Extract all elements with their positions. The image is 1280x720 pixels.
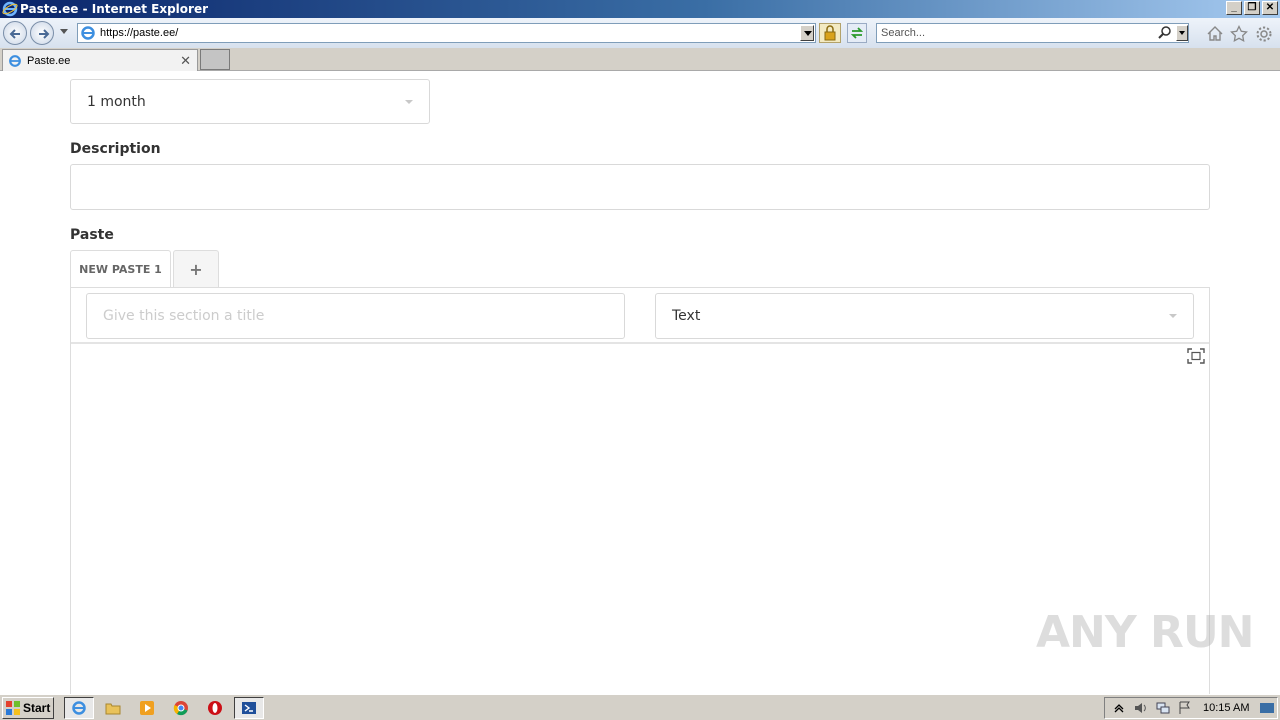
back-arrow-icon [9,29,20,39]
tab-paste-ee[interactable]: Paste.ee ✕ [2,49,198,71]
tab-site-icon [9,54,21,67]
show-hidden-icons-icon[interactable] [1111,700,1127,716]
paste-label: Paste [70,227,114,243]
window-titlebar: Paste.ee - Internet Explorer _ ❐ ✕ [0,0,1280,18]
address-dropdown[interactable] [800,25,814,41]
expiration-select[interactable]: 1 month [70,79,430,124]
home-icon[interactable] [1206,25,1224,43]
window-title: Paste.ee - Internet Explorer [20,2,209,16]
lock-icon[interactable] [819,23,841,43]
expiration-value: 1 month [87,93,146,110]
address-bar[interactable]: https://paste.ee/ [77,23,816,43]
description-input[interactable] [70,164,1210,210]
clock[interactable]: 10:15 AM [1203,702,1249,714]
taskbar-internet-explorer[interactable] [64,697,94,719]
action-center-flag-icon[interactable] [1177,700,1193,716]
close-window-button[interactable]: ✕ [1262,1,1278,15]
taskbar-media-player[interactable] [132,697,162,719]
add-paste-tab-button[interactable]: + [173,250,219,288]
internet-explorer-icon [72,701,86,715]
volume-icon[interactable] [1133,700,1149,716]
windows-logo-icon [6,701,20,715]
chevron-down-icon [1169,314,1177,318]
syntax-value: Text [672,308,701,324]
tab-new-paste-1[interactable]: NEW PASTE 1 [70,250,171,288]
search-box[interactable]: Search... [876,23,1189,43]
anyrun-watermark: ANY RUN [1036,607,1254,658]
chrome-icon [173,701,188,716]
forward-button[interactable] [30,21,54,45]
search-placeholder: Search... [881,27,926,39]
new-tab-button[interactable] [200,49,230,70]
restore-button[interactable]: ❐ [1244,1,1260,15]
chevron-down-icon [405,99,413,104]
navigation-bar: https://paste.ee/ Search... [0,18,1280,48]
media-player-icon [140,701,154,715]
system-tray: 10:15 AM [1104,697,1278,719]
forward-arrow-icon [39,29,50,39]
taskbar-explorer[interactable] [98,697,128,719]
address-text: https://paste.ee/ [100,27,179,39]
back-button[interactable] [3,21,27,45]
search-icon[interactable] [1156,24,1174,42]
page-content: 1 month Description Paste NEW PASTE 1 + … [0,71,1280,694]
opera-icon [208,701,222,715]
taskbar-chrome[interactable] [166,697,196,719]
powershell-icon [242,702,256,714]
tab-bar: Paste.ee ✕ [0,48,1280,71]
tab-label: Paste.ee [27,54,71,67]
network-icon[interactable] [1155,700,1171,716]
settings-gear-icon[interactable] [1255,25,1273,43]
history-dropdown[interactable] [60,29,68,34]
taskbar-opera[interactable] [200,697,230,719]
start-button[interactable]: Start [2,697,54,719]
taskbar-powershell[interactable] [234,697,264,719]
show-desktop-icon[interactable] [1259,700,1275,716]
favorites-star-icon[interactable] [1230,25,1248,43]
tab-close-icon[interactable]: ✕ [180,53,191,69]
folder-icon [105,703,121,715]
section-header: Text [71,288,1209,344]
internet-explorer-icon [2,1,18,17]
site-icon [81,26,95,40]
search-dropdown[interactable] [1176,25,1188,41]
taskbar: Start 10:15 AM [0,694,1280,720]
syntax-select[interactable]: Text [655,293,1194,339]
minimize-button[interactable]: _ [1226,1,1242,15]
description-label: Description [70,141,161,157]
start-label: Start [23,701,51,715]
refresh-icon[interactable] [847,23,867,43]
section-title-input[interactable] [86,293,625,339]
